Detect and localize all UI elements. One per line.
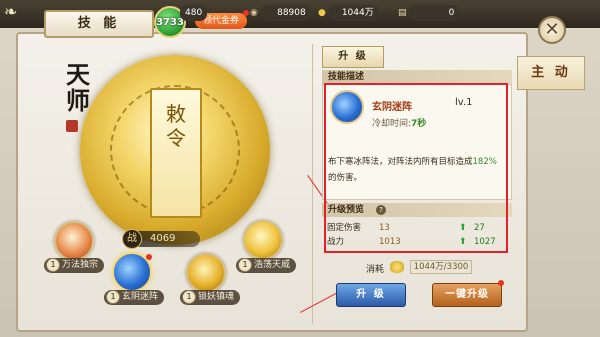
skill-level-wanfa: 1 (46, 258, 60, 272)
skill-node-suoyao[interactable] (186, 253, 226, 293)
close-icon: ✕ (544, 19, 560, 40)
talisman: 敕令 (150, 88, 202, 218)
one-click-notification-dot (498, 280, 504, 286)
resource-gold: ● 1044万 (318, 5, 379, 21)
tab-active-skills[interactable]: 主 动 (517, 56, 585, 90)
character-class-title: 天师 (66, 60, 90, 115)
tab-upgrade[interactable]: 升 级 (322, 46, 384, 68)
gold-icon (390, 261, 404, 273)
resource-jade: 480 (180, 5, 208, 21)
sack-icon: ◉ (250, 8, 258, 18)
power-badge: 战 (122, 229, 142, 249)
page-title: 技 能 (44, 10, 154, 38)
skill-level-suoyao: 1 (182, 290, 196, 304)
skill-node-haodang[interactable] (243, 220, 283, 260)
close-button[interactable]: ✕ (538, 16, 566, 44)
resource-sack: ◉ 88908 (250, 5, 311, 21)
skill-level-haodang: 1 (238, 258, 252, 272)
leaf-decoration-icon: ❧ (4, 2, 18, 21)
skill-upgrade-dot (146, 254, 152, 260)
annotation-highlight-box (324, 83, 508, 253)
talisman-glyph: 敕令 (166, 102, 186, 150)
skill-node-wanfa[interactable] (54, 221, 94, 261)
gold-ingot-icon: ● (318, 8, 326, 18)
one-click-upgrade-button[interactable]: 一键升级 (432, 283, 502, 307)
cost-value: 1044万/3300 (410, 260, 472, 274)
cost-label: 消耗 (366, 265, 385, 275)
coupon-notification-dot (243, 10, 249, 16)
seal-icon (66, 120, 78, 132)
upgrade-button[interactable]: 升 级 (336, 283, 406, 307)
resource-scroll: ▤ 0 (398, 5, 460, 21)
scroll-icon: ▤ (398, 8, 407, 18)
description-header: 技能描述 (322, 70, 512, 84)
skill-level-xuanyin: 1 (106, 290, 120, 304)
